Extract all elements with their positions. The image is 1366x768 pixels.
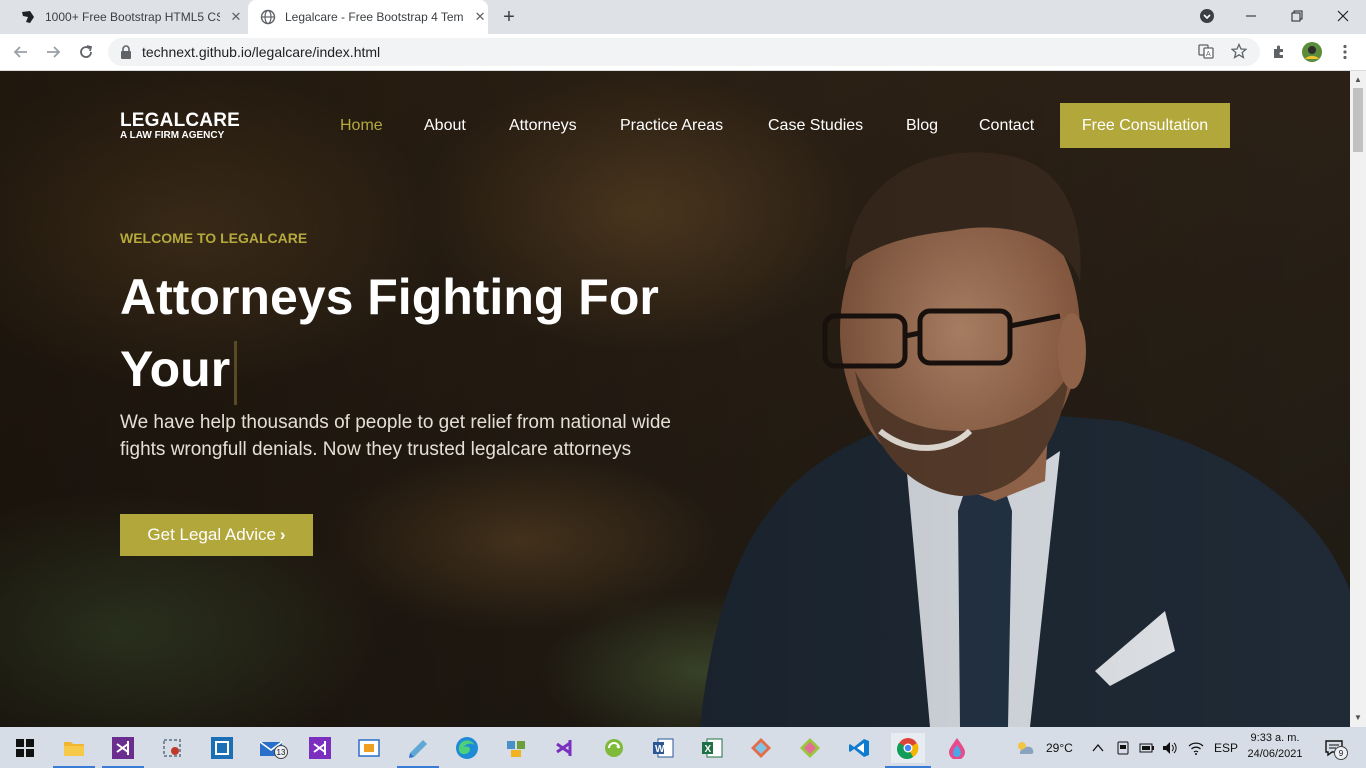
- close-window-button[interactable]: [1320, 0, 1366, 32]
- brand-name: LEGALCARE: [120, 110, 241, 131]
- wifi-icon[interactable]: [1188, 727, 1204, 768]
- visual-studio-2-icon[interactable]: [305, 733, 335, 763]
- scrollbar-thumb[interactable]: [1353, 88, 1363, 152]
- chrome-icon[interactable]: [885, 733, 931, 768]
- hero-headline: Attorneys Fighting For Your: [120, 261, 700, 405]
- weather-temperature: 29°C: [1046, 740, 1073, 755]
- svg-text:W: W: [655, 744, 665, 755]
- headline-line-1: Attorneys Fighting For: [120, 269, 659, 325]
- tab-legalcare[interactable]: Legalcare - Free Bootstrap 4 Tem ✕: [248, 0, 488, 34]
- nav-contact[interactable]: Contact: [979, 117, 1034, 135]
- file-explorer-icon[interactable]: [53, 733, 95, 768]
- scroll-up-arrow-icon[interactable]: ▲: [1354, 75, 1362, 84]
- nav-attorneys[interactable]: Attorneys: [509, 117, 577, 135]
- reload-button[interactable]: [73, 39, 99, 65]
- vscode-icon[interactable]: [844, 733, 874, 763]
- clock-time: 9:33 a. m.: [1250, 732, 1300, 744]
- new-tab-button[interactable]: +: [498, 6, 520, 28]
- svg-text:X: X: [705, 744, 712, 755]
- lock-icon[interactable]: [120, 45, 132, 64]
- globe-icon: [260, 9, 276, 25]
- browser-toolbar: technext.github.io/legalcare/index.html …: [0, 34, 1366, 71]
- svg-text:A: A: [1206, 51, 1211, 58]
- close-tab-icon[interactable]: ✕: [228, 9, 244, 25]
- device-icon[interactable]: [1116, 727, 1130, 768]
- back-arrow-icon: [13, 46, 27, 58]
- advice-button-label: Get Legal Advice: [147, 525, 276, 544]
- translate-icon[interactable]: A: [1198, 43, 1214, 62]
- input-language[interactable]: ESP: [1214, 727, 1238, 768]
- back-button[interactable]: [8, 39, 34, 65]
- mail-badge: 13: [274, 745, 288, 759]
- weather-widget[interactable]: 29°C: [1014, 727, 1073, 768]
- nav-case-studies[interactable]: Case Studies: [768, 117, 863, 135]
- tab-title: Legalcare - Free Bootstrap 4 Tem: [285, 10, 464, 24]
- chevron-down-icon: [1200, 9, 1214, 23]
- nav-home[interactable]: Home: [340, 117, 383, 135]
- free-consultation-button[interactable]: Free Consultation: [1060, 103, 1230, 148]
- tab-free-bootstrap[interactable]: 1000+ Free Bootstrap HTML5 CSS ✕: [0, 0, 246, 34]
- browser-tab-strip: 1000+ Free Bootstrap HTML5 CSS ✕ Legalca…: [0, 0, 1366, 34]
- visual-studio-preview-icon[interactable]: [550, 733, 580, 763]
- clock-date: 24/06/2021: [1247, 748, 1303, 760]
- nav-practice-areas[interactable]: Practice Areas: [620, 117, 723, 135]
- minimize-button[interactable]: [1228, 0, 1274, 32]
- nav-blog[interactable]: Blog: [906, 117, 938, 135]
- typing-caret: [234, 340, 238, 405]
- windows-taskbar: 13 W X 29°C ESP 9:33 a. m. 24/06/2021 9: [0, 727, 1366, 768]
- close-icon: [1337, 10, 1349, 22]
- close-tab-icon[interactable]: ✕: [472, 9, 488, 25]
- chevron-up-icon: [1092, 743, 1104, 751]
- visual-studio-icon[interactable]: [102, 733, 144, 768]
- tab-search-button[interactable]: [1184, 0, 1230, 32]
- photo-viewer-icon[interactable]: [354, 733, 384, 763]
- show-hidden-icons-button[interactable]: [1092, 727, 1104, 768]
- scroll-down-arrow-icon[interactable]: ▼: [1354, 713, 1362, 722]
- kebab-menu-icon[interactable]: [1332, 39, 1358, 65]
- get-legal-advice-button[interactable]: Get Legal Advice ›: [120, 514, 313, 556]
- system-clock[interactable]: 9:33 a. m. 24/06/2021: [1240, 730, 1310, 762]
- bookmark-star-icon[interactable]: [1230, 42, 1248, 62]
- windows-start-icon[interactable]: [10, 733, 40, 763]
- hero-kicker: WELCOME TO LEGALCARE: [120, 230, 308, 246]
- edge-browser-icon[interactable]: [452, 733, 482, 763]
- nav-about[interactable]: About: [424, 117, 466, 135]
- minimize-icon: [1246, 15, 1256, 17]
- git-app-icon[interactable]: [746, 733, 776, 763]
- partly-cloudy-icon: [1018, 741, 1034, 754]
- restore-icon: [1291, 10, 1303, 22]
- brand-tagline: A LAW FIRM AGENCY: [120, 130, 225, 141]
- url-text: technext.github.io/legalcare/index.html: [142, 44, 381, 60]
- git-app-2-icon[interactable]: [795, 733, 825, 763]
- excel-icon[interactable]: X: [697, 733, 727, 763]
- app-brackets-icon[interactable]: [207, 733, 237, 763]
- headline-line-2: Your: [120, 341, 231, 397]
- notes-app-icon[interactable]: [397, 733, 439, 768]
- mail-icon[interactable]: 13: [256, 733, 288, 763]
- forward-button[interactable]: [40, 39, 66, 65]
- notification-badge: 9: [1334, 746, 1348, 760]
- hero-lead-text: We have help thousands of people to get …: [120, 412, 671, 460]
- network-app-icon[interactable]: [501, 733, 531, 763]
- chevron-right-icon: ›: [279, 525, 286, 544]
- paint-app-icon[interactable]: [942, 733, 972, 763]
- site-logo-icon: [20, 9, 36, 25]
- notification-center-button[interactable]: 9: [1324, 727, 1348, 768]
- word-icon[interactable]: W: [648, 733, 678, 763]
- extensions-icon[interactable]: [1266, 39, 1292, 65]
- forward-arrow-icon: [47, 46, 61, 58]
- page-viewport: LEGALCARE A LAW FIRM AGENCY Home About A…: [0, 71, 1350, 727]
- profile-avatar[interactable]: [1299, 39, 1325, 65]
- volume-icon[interactable]: [1162, 727, 1178, 768]
- reload-icon: [80, 45, 93, 58]
- restore-button[interactable]: [1274, 0, 1320, 32]
- address-bar[interactable]: technext.github.io/legalcare/index.html …: [108, 38, 1260, 66]
- page-scrollbar[interactable]: ▲ ▼: [1350, 71, 1366, 727]
- snipping-tool-icon[interactable]: [157, 733, 187, 763]
- sync-app-icon[interactable]: [599, 733, 629, 763]
- tab-title: 1000+ Free Bootstrap HTML5 CSS: [45, 10, 220, 24]
- site-logo[interactable]: LEGALCARE A LAW FIRM AGENCY: [120, 111, 240, 141]
- battery-icon[interactable]: [1139, 727, 1155, 768]
